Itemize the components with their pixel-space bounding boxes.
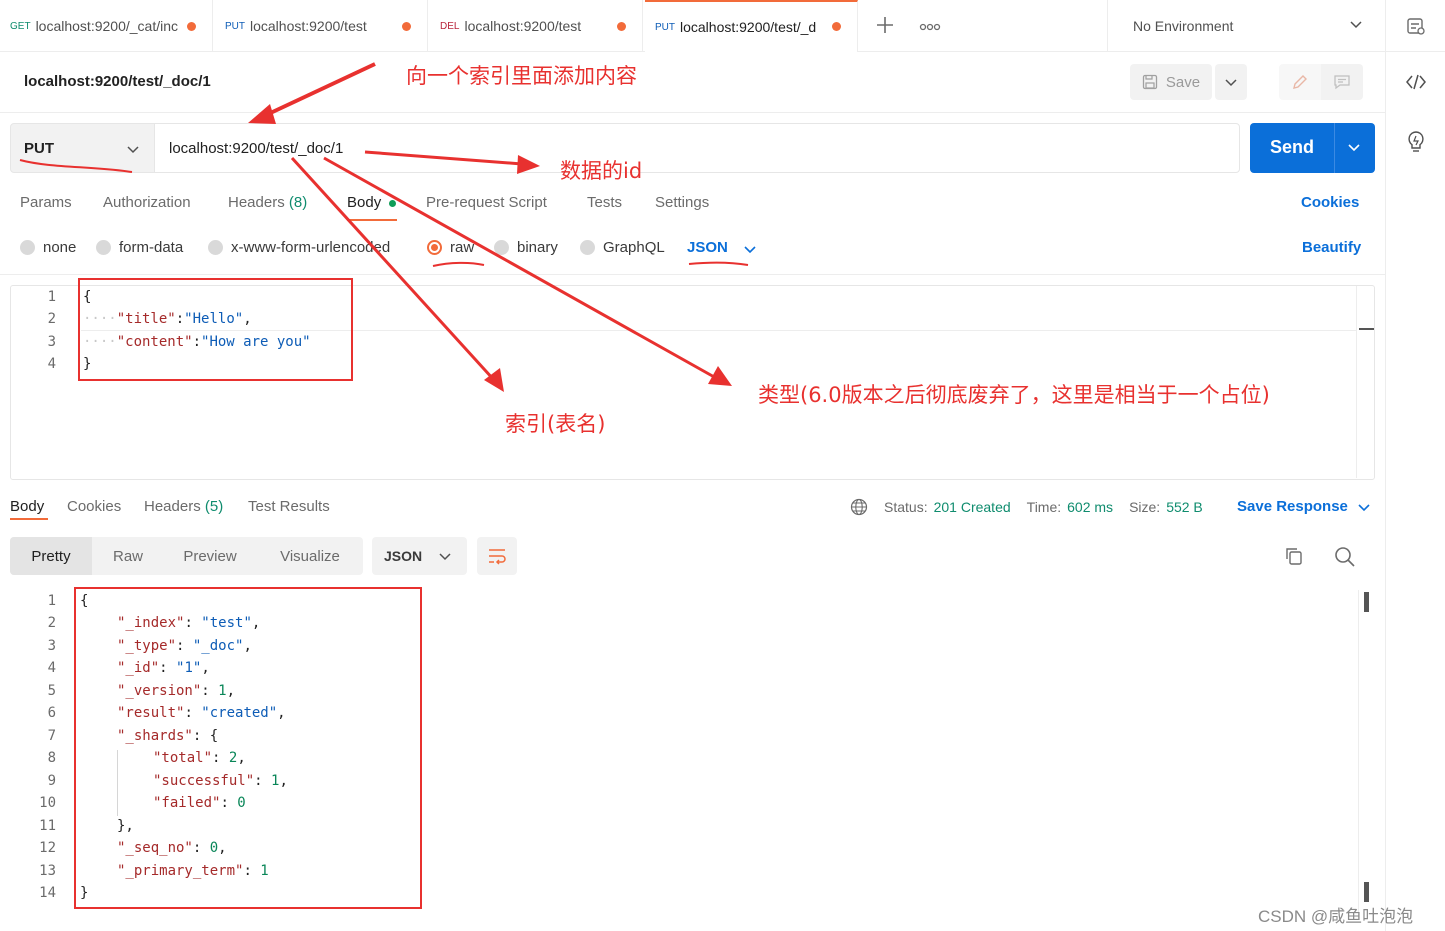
watermark: CSDN @咸鱼吐泡泡: [1258, 907, 1414, 926]
environment-quick-look-icon: [1407, 17, 1425, 35]
info-button[interactable]: [1406, 130, 1426, 159]
annotation-underline: [19, 159, 133, 173]
annotation-arrow: [364, 150, 523, 166]
lightbulb-icon: [1408, 131, 1424, 152]
annotation-arrow: [263, 62, 376, 118]
annotation-doc-id: 数据的id: [560, 159, 643, 183]
code-snippet-button[interactable]: [1405, 72, 1427, 97]
annotation-arrowhead: [248, 104, 276, 124]
annotation-arrow: [290, 156, 496, 382]
annotation-arrows: [19, 62, 749, 392]
annotation-underline: [432, 261, 485, 267]
annotation-index-name: 索引(表名): [505, 412, 606, 436]
annotation-underline: [688, 261, 749, 266]
code-icon: [1406, 74, 1426, 90]
annotation-type-note: 类型(6.0版本之后彻底废弃了，这里是相当于一个占位): [758, 383, 1270, 407]
environment-quick-look-button[interactable]: [1386, 0, 1445, 52]
annotation-add-content: 向一个索引里面添加内容: [406, 64, 637, 88]
right-sidebar: [1385, 0, 1445, 931]
annotation-arrow: [323, 156, 717, 380]
annotation-arrowhead: [517, 155, 540, 174]
